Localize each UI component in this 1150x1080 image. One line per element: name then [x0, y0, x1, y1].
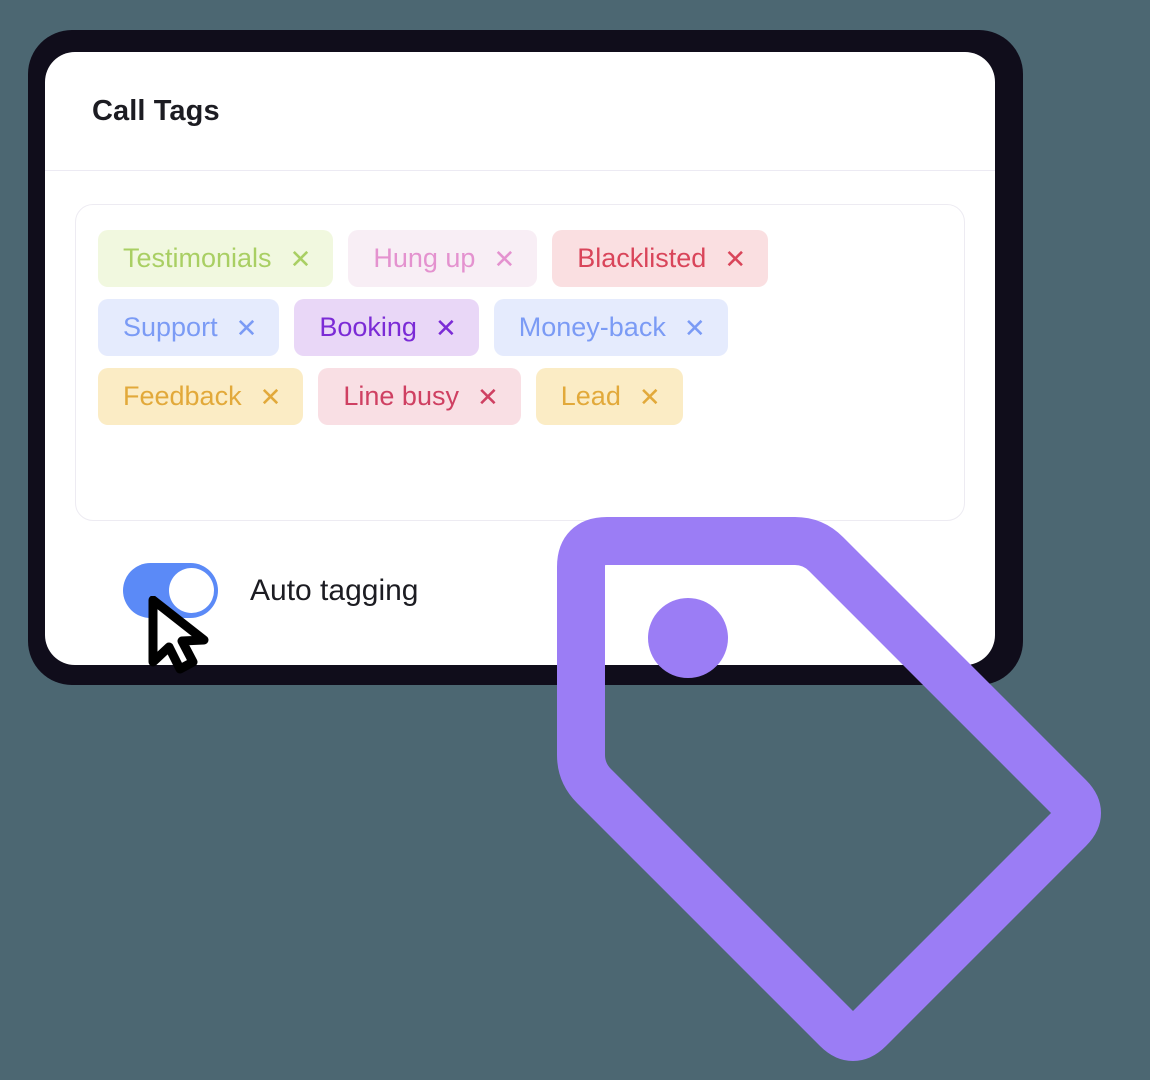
call-tags-card: Call Tags Testimonials ✕ Hung up ✕ Blacklist…	[45, 52, 995, 665]
tag-chip[interactable]: Support ✕	[98, 299, 280, 356]
tag-label: Feedback	[123, 381, 242, 411]
tag-remove-icon[interactable]: ✕	[477, 384, 499, 410]
tag-row: Feedback ✕ Line busy ✕ Lead ✕	[98, 368, 942, 425]
tag-remove-icon[interactable]: ✕	[260, 384, 282, 410]
tag-label: Support	[123, 312, 218, 342]
tag-remove-icon[interactable]: ✕	[684, 315, 706, 341]
tag-remove-icon[interactable]: ✕	[724, 246, 746, 272]
card-body: Testimonials ✕ Hung up ✕ Blacklisted ✕ Support…	[45, 171, 995, 618]
tag-remove-icon[interactable]: ✕	[236, 315, 258, 341]
tags-container: Testimonials ✕ Hung up ✕ Blacklisted ✕ Support…	[75, 204, 965, 521]
tag-remove-icon[interactable]: ✕	[639, 384, 661, 410]
tag-row: Testimonials ✕ Hung up ✕ Blacklisted ✕	[98, 230, 942, 287]
auto-tagging-row: Auto tagging	[75, 521, 965, 618]
page-title: Call Tags	[92, 94, 220, 127]
tag-chip[interactable]: Booking ✕	[294, 299, 479, 356]
card-header: Call Tags	[45, 52, 995, 171]
tag-chip[interactable]: Line busy ✕	[318, 368, 521, 425]
tag-label: Booking	[319, 312, 417, 342]
tag-label: Lead	[560, 381, 621, 411]
tag-chip[interactable]: Feedback ✕	[98, 368, 304, 425]
tag-chip[interactable]: Lead ✕	[535, 368, 683, 425]
tag-chip[interactable]: Money-back ✕	[493, 299, 728, 356]
tag-label: Blacklisted	[577, 243, 707, 273]
tag-chip[interactable]: Blacklisted ✕	[552, 230, 769, 287]
tag-label: Money-back	[518, 312, 666, 342]
auto-tagging-toggle[interactable]	[123, 563, 218, 618]
tag-remove-icon[interactable]: ✕	[290, 246, 312, 272]
screenshot-stage: Call Tags Testimonials ✕ Hung up ✕ Blacklist…	[0, 0, 1150, 1080]
tag-remove-icon[interactable]: ✕	[493, 246, 515, 272]
tag-row: Support ✕ Booking ✕ Money-back ✕	[98, 299, 942, 356]
tag-label: Testimonials	[123, 243, 272, 273]
tag-label: Line busy	[343, 381, 459, 411]
tag-remove-icon[interactable]: ✕	[435, 315, 457, 341]
tag-label: Hung up	[373, 243, 476, 273]
toggle-knob	[169, 568, 214, 613]
auto-tagging-label: Auto tagging	[250, 573, 419, 607]
tag-chip[interactable]: Hung up ✕	[348, 230, 538, 287]
tag-chip[interactable]: Testimonials ✕	[98, 230, 334, 287]
